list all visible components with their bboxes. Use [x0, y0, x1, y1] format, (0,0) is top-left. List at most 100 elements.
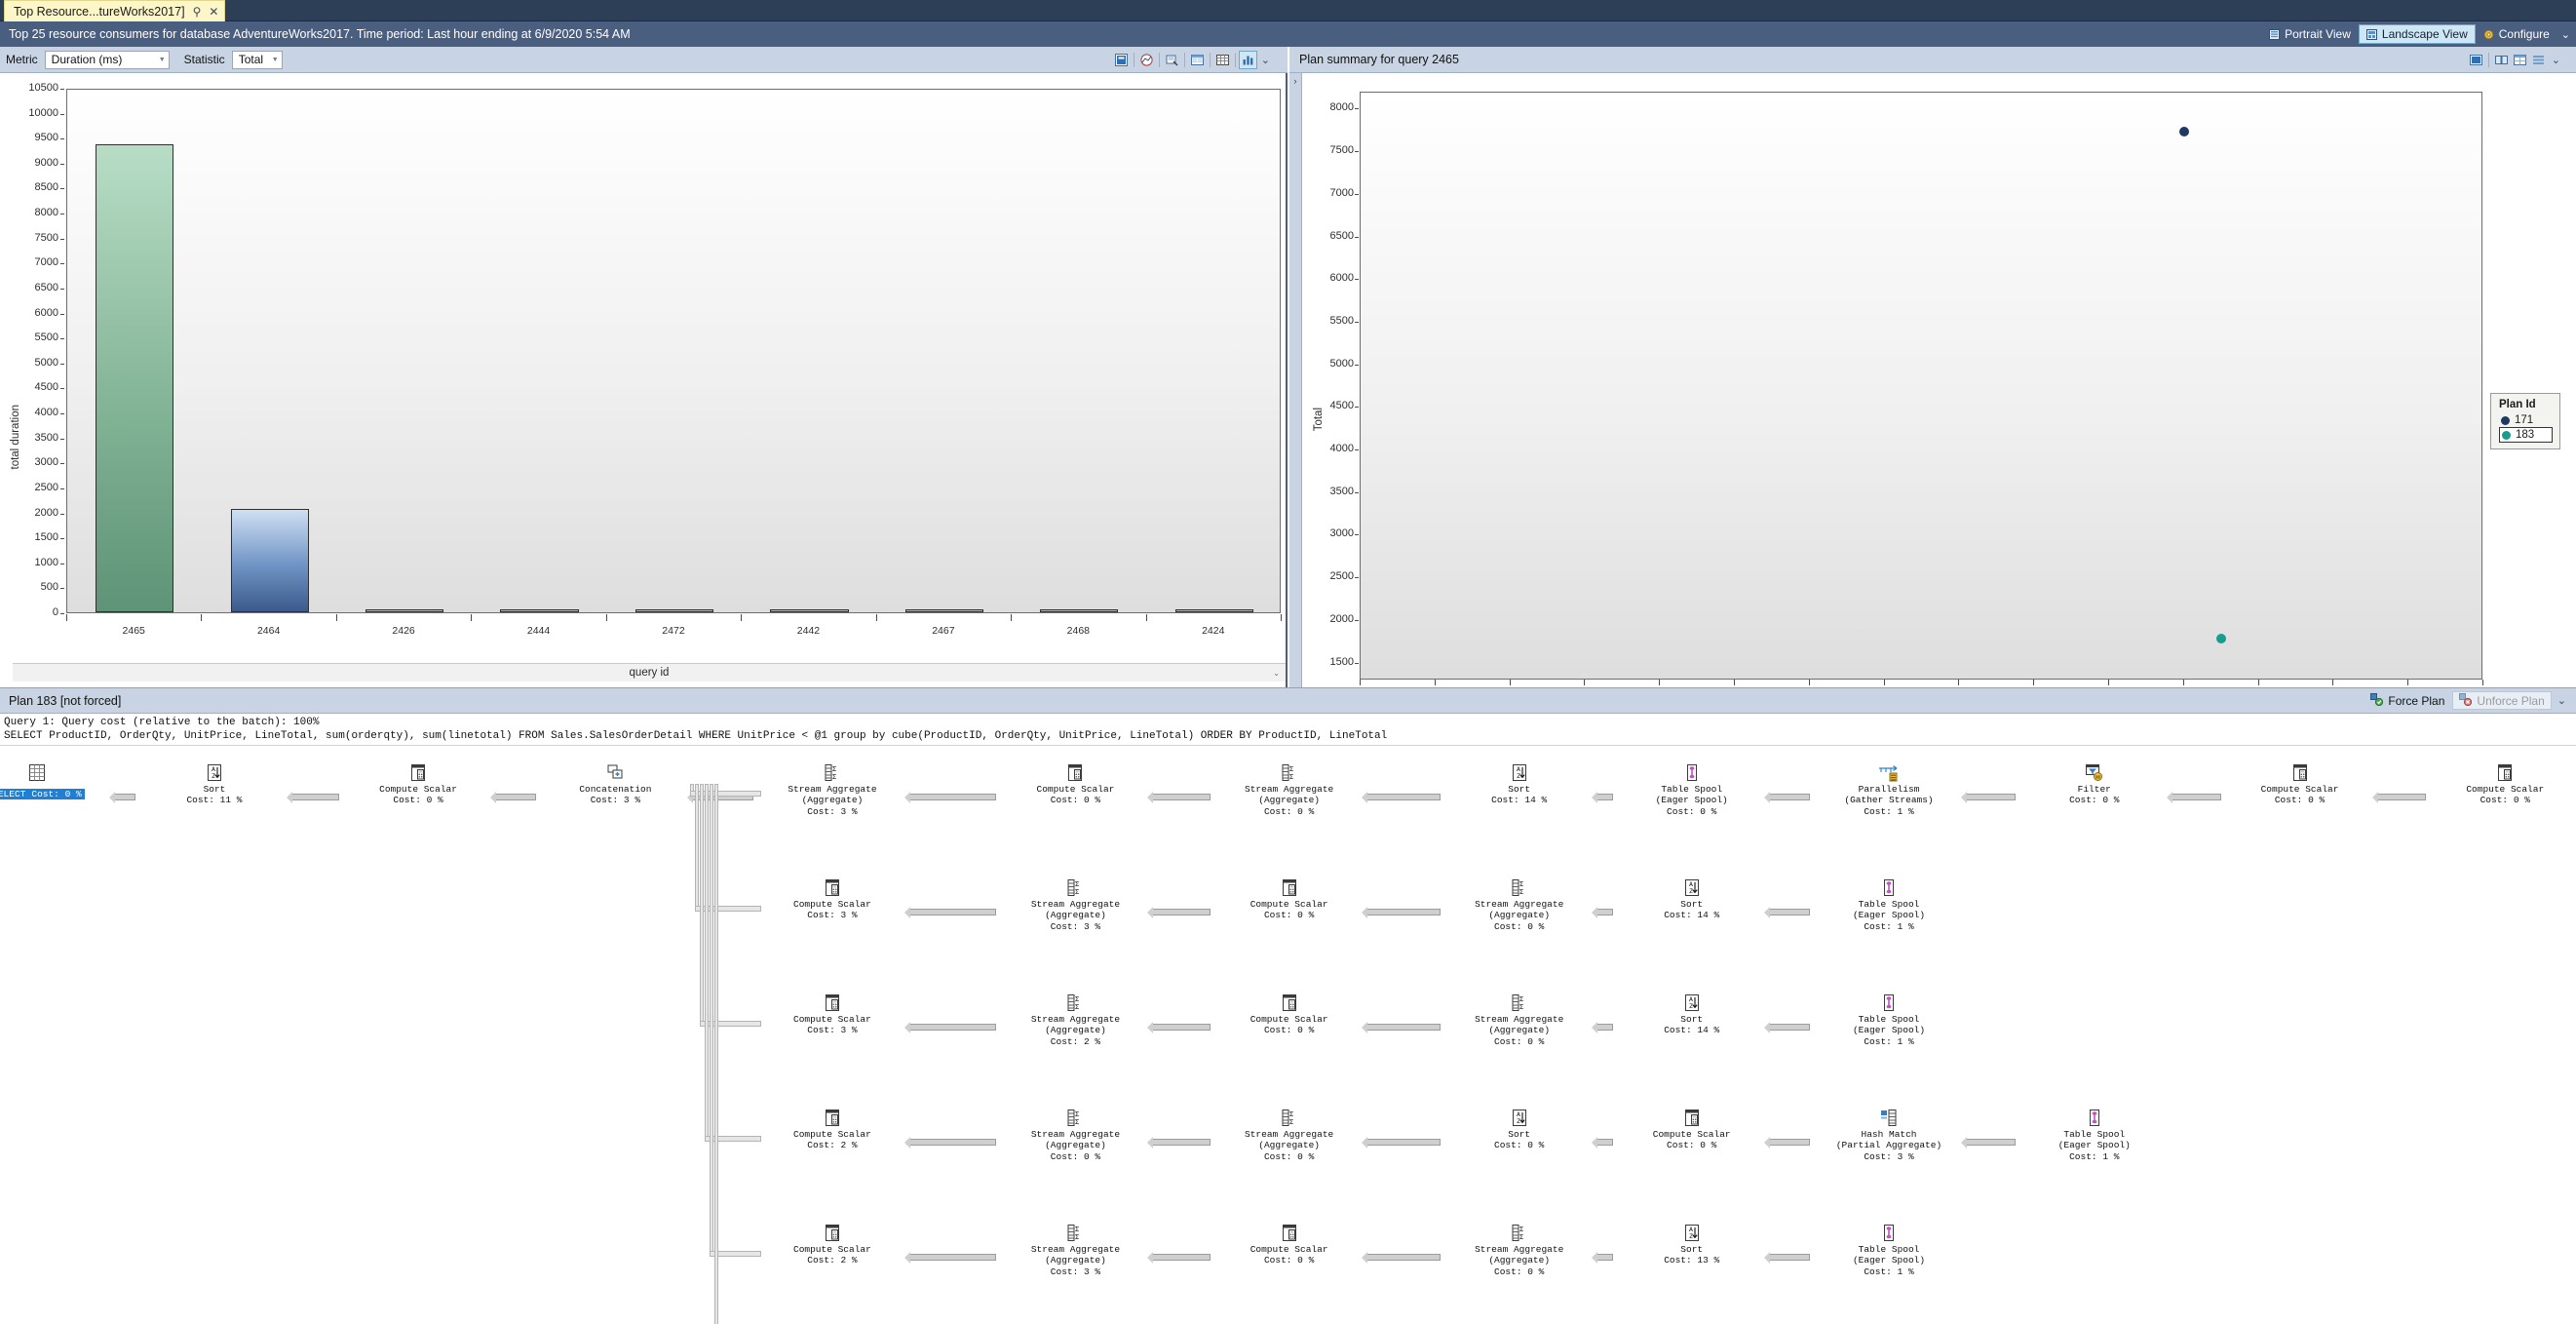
legend-item-183[interactable]: 183 — [2499, 427, 2553, 443]
plan-node-34[interactable]: Σ Σ Stream Aggregate (Aggregate) Cost: 3 % — [1002, 1223, 1148, 1278]
grid-with-chart-icon[interactable] — [1188, 51, 1207, 69]
plan-node-label: Cost: 0 % — [1494, 1035, 1545, 1047]
plan-node-37[interactable]: A Z Sort Cost: 13 % — [1619, 1223, 1765, 1266]
plan-node-18[interactable]: A Z Sort Cost: 14 % — [1619, 877, 1765, 921]
plan-node-28[interactable]: Σ Σ Stream Aggregate (Aggregate) Cost: 0 % — [1216, 1108, 1363, 1163]
bar-chart-x-tick-label[interactable]: 2424 — [1146, 625, 1281, 637]
chevron-down-icon: ▼ — [271, 56, 279, 63]
plan-node-label: Cost: 0 % — [2480, 795, 2530, 806]
tab-top-resource-consumers[interactable]: Top Resource...tureWorks2017] ⚲ ✕ — [4, 0, 226, 21]
plan-node-17[interactable]: Σ Σ Stream Aggregate (Aggregate) Cost: 0 % — [1446, 877, 1593, 933]
force-plan-button[interactable]: Force Plan — [2365, 691, 2450, 710]
plan-node-19[interactable]: Table Spool (Eager Spool) Cost: 1 % — [1816, 877, 1962, 933]
plan-node-20[interactable]: Compute Scalar Cost: 3 % — [759, 993, 905, 1036]
bar-chart-x-tick-label[interactable]: 2442 — [741, 625, 875, 637]
bar-chart-y-tick — [60, 238, 64, 240]
plan-node-10[interactable]: Filter Cost: 0 % — [2021, 762, 2168, 806]
view-controls-overflow-icon[interactable]: ⌄ — [2557, 28, 2574, 41]
bar-chart-bar-2464[interactable] — [230, 509, 309, 612]
bar-chart-bar-2442[interactable] — [770, 609, 849, 612]
settings-icon[interactable] — [2529, 51, 2548, 69]
plan-node-14[interactable]: Compute Scalar Cost: 3 % — [759, 877, 905, 921]
plan-node-label: Stream Aggregate — [1030, 1243, 1121, 1255]
bar-chart-x-tick-label[interactable]: 2426 — [336, 625, 471, 637]
plan-node-32[interactable]: Table Spool (Eager Spool) Cost: 1 % — [2021, 1108, 2168, 1163]
bar-chart-y-tick-label: 5500 — [34, 331, 58, 344]
bar-chart-bar-2426[interactable] — [365, 608, 444, 612]
unforce-plan-button[interactable]: Unforce Plan — [2452, 691, 2552, 710]
view-plan-summary-icon[interactable] — [1112, 51, 1131, 69]
plan-node-8[interactable]: Table Spool (Eager Spool) Cost: 0 % — [1619, 762, 1765, 818]
plan-node-29[interactable]: A Z Sort Cost: 0 % — [1446, 1108, 1593, 1151]
plan-node-27[interactable]: Σ Σ Stream Aggregate (Aggregate) Cost: 0 % — [1002, 1108, 1148, 1163]
plan-node-24[interactable]: A Z Sort Cost: 14 % — [1619, 993, 1765, 1036]
bar-chart-bar-2424[interactable] — [1174, 609, 1253, 612]
bar-chart-bar-2472[interactable] — [634, 609, 714, 612]
plan-node-2[interactable]: Compute Scalar Cost: 0 % — [345, 762, 491, 806]
show-plan-grid-icon[interactable] — [2511, 51, 2529, 69]
zoom-to-fit-icon[interactable] — [2467, 51, 2485, 69]
scatter-chart-plot-area[interactable] — [1360, 92, 2482, 680]
metric-select[interactable]: Duration (ms) ▼ — [44, 50, 170, 69]
pin-icon[interactable]: ⚲ — [193, 6, 202, 18]
bar-chart-x-tick-label[interactable]: 2465 — [66, 625, 201, 637]
scatter-point-plan-171[interactable] — [2178, 127, 2189, 137]
plan-node-6[interactable]: Σ Σ Stream Aggregate (Aggregate) Cost: 0 % — [1216, 762, 1363, 818]
plan-node-12[interactable]: Compute Scalar Cost: 0 % — [2432, 762, 2576, 806]
portrait-view-button[interactable]: Portrait View — [2261, 24, 2359, 44]
statistic-select[interactable]: Total ▼ — [231, 50, 283, 69]
bar-chart-bar-2467[interactable] — [904, 609, 984, 612]
chart-toolbar-overflow-icon[interactable]: ⌄ — [1257, 54, 1274, 66]
execution-plan-canvas[interactable]: SELECTCost: 0 % AZSortCost: 11 % Compute S… — [0, 746, 2576, 1324]
plan-node-15[interactable]: Σ Σ Stream Aggregate (Aggregate) Cost: 3 % — [1002, 877, 1148, 933]
plan-node-3[interactable]: Concatenation Cost: 3 % — [542, 762, 688, 806]
plan-node-22[interactable]: Compute Scalar Cost: 0 % — [1216, 993, 1363, 1036]
bar-chart-bar-2444[interactable] — [500, 608, 579, 612]
plan-node-11[interactable]: Compute Scalar Cost: 0 % — [2227, 762, 2373, 806]
plan-node-0[interactable]: SELECTCost: 0 % — [0, 762, 110, 801]
plan-node-30[interactable]: Compute Scalar Cost: 0 % — [1619, 1108, 1765, 1151]
plan-node-label: Cost: 0 % — [1050, 1150, 1101, 1162]
bar-chart-x-tick-label[interactable]: 2472 — [606, 625, 741, 637]
plan-node-36[interactable]: Σ Σ Stream Aggregate (Aggregate) Cost: 0 % — [1446, 1223, 1593, 1278]
svg-text:Σ: Σ — [1289, 765, 1293, 773]
compare-plans-icon[interactable] — [2492, 51, 2511, 69]
bar-chart-x-tick-label[interactable]: 2464 — [201, 625, 335, 637]
plan-node-4[interactable]: Σ Σ Stream Aggregate (Aggregate) Cost: 3 % — [759, 762, 905, 818]
plan-node-1[interactable]: A Z Sort Cost: 11 % — [141, 762, 288, 806]
scatter-chart-y-tick-label: 2000 — [1329, 612, 1354, 625]
legend-item-171[interactable]: 171 — [2499, 413, 2553, 427]
grid-view-icon[interactable] — [1213, 51, 1232, 69]
plan-node-35[interactable]: Compute Scalar Cost: 0 % — [1216, 1223, 1363, 1266]
plan-node-31[interactable]: Hash Match (Partial Aggregate) Cost: 3 % — [1816, 1108, 1962, 1163]
configure-button[interactable]: Configure — [2476, 24, 2557, 44]
bar-chart-plot-area[interactable] — [66, 89, 1281, 613]
plan-node-label: (Aggregate) — [1045, 1025, 1106, 1036]
plan-detail-overflow-icon[interactable]: ⌄ — [2554, 694, 2570, 707]
bar-chart-x-tick-label[interactable]: 2467 — [876, 625, 1011, 637]
plan-node-33[interactable]: Compute Scalar Cost: 2 % — [759, 1223, 905, 1266]
plan-node-23[interactable]: Σ Σ Stream Aggregate (Aggregate) Cost: 0 % — [1446, 993, 1593, 1048]
view-query-text-icon[interactable] — [1163, 51, 1181, 69]
plan-node-25[interactable]: Table Spool (Eager Spool) Cost: 1 % — [1816, 993, 1962, 1048]
plan-node-label: Table Spool — [1858, 1013, 1920, 1025]
plan-node-26[interactable]: Compute Scalar Cost: 2 % — [759, 1108, 905, 1151]
bar-chart-bar-2468[interactable] — [1040, 609, 1119, 612]
track-query-icon[interactable] — [1137, 51, 1156, 69]
plan-node-38[interactable]: Table Spool (Eager Spool) Cost: 1 % — [1816, 1223, 1962, 1278]
plan-node-9[interactable]: Parallelism (Gather Streams) Cost: 1 % — [1816, 762, 1962, 818]
scatter-chart-y-tick — [1355, 407, 1359, 409]
close-icon[interactable]: ✕ — [209, 6, 218, 18]
plan-node-5[interactable]: Compute Scalar Cost: 0 % — [1002, 762, 1148, 806]
bar-chart-scroll-caret-icon[interactable]: ⌄ — [1273, 669, 1280, 678]
bar-chart-bar-2465[interactable] — [96, 144, 174, 612]
plan-summary-overflow-icon[interactable]: ⌄ — [2548, 54, 2564, 66]
landscape-view-button[interactable]: Landscape View — [2358, 24, 2476, 44]
chart-view-icon[interactable] — [1238, 50, 1257, 69]
plan-node-21[interactable]: Σ Σ Stream Aggregate (Aggregate) Cost: 2 % — [1002, 993, 1148, 1048]
right-panel-collapse-handle[interactable]: › — [1289, 73, 1302, 687]
plan-node-7[interactable]: A Z Sort Cost: 14 % — [1446, 762, 1593, 806]
plan-node-16[interactable]: Compute Scalar Cost: 0 % — [1216, 877, 1363, 921]
bar-chart-x-tick-label[interactable]: 2444 — [471, 625, 605, 637]
bar-chart-x-tick-label[interactable]: 2468 — [1011, 625, 1145, 637]
